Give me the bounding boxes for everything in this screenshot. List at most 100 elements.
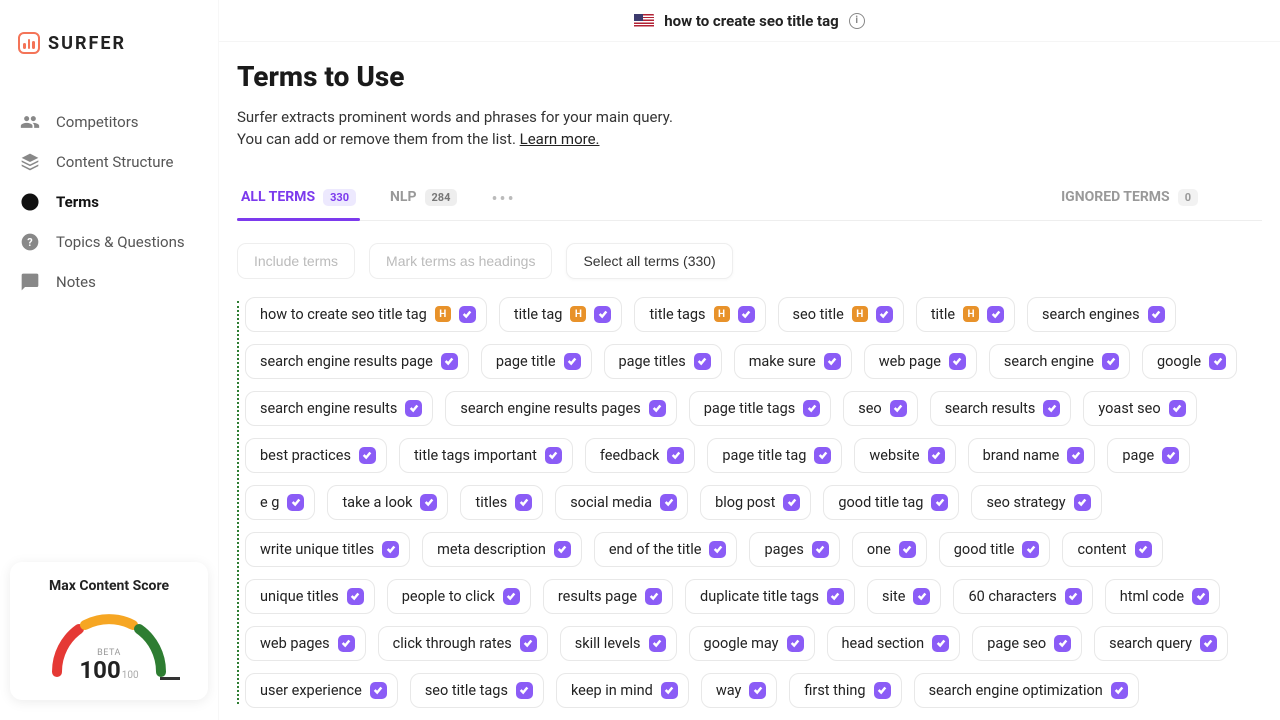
term-checkbox[interactable] [1065, 588, 1082, 605]
term-checkbox[interactable] [347, 588, 364, 605]
term-chip[interactable]: title tagH [499, 297, 623, 332]
term-checkbox[interactable] [824, 353, 841, 370]
term-checkbox[interactable] [661, 682, 678, 699]
term-chip[interactable]: page title [481, 344, 592, 379]
term-chip[interactable]: seo [843, 391, 917, 426]
term-checkbox[interactable] [932, 635, 949, 652]
term-checkbox[interactable] [803, 400, 820, 417]
term-checkbox[interactable] [814, 447, 831, 464]
term-checkbox[interactable] [1067, 447, 1084, 464]
term-checkbox[interactable] [1209, 353, 1226, 370]
term-checkbox[interactable] [890, 400, 907, 417]
term-chip[interactable]: meta description [422, 532, 582, 567]
term-chip[interactable]: results page [543, 579, 673, 614]
term-chip[interactable]: title tagsH [634, 297, 765, 332]
term-chip[interactable]: first thing [789, 673, 901, 708]
term-checkbox[interactable] [1054, 635, 1071, 652]
term-checkbox[interactable] [287, 494, 304, 511]
term-checkbox[interactable] [545, 447, 562, 464]
tab-more-icon[interactable]: ••• [487, 189, 519, 210]
term-chip[interactable]: best practices [245, 438, 387, 473]
learn-more-link[interactable]: Learn more. [520, 130, 600, 148]
term-chip[interactable]: page [1107, 438, 1190, 473]
term-checkbox[interactable] [420, 494, 437, 511]
term-checkbox[interactable] [1074, 494, 1091, 511]
term-chip[interactable]: one [852, 532, 927, 567]
term-chip[interactable]: google may [689, 626, 815, 661]
term-checkbox[interactable] [459, 306, 476, 323]
term-chip[interactable]: yoast seo [1083, 391, 1196, 426]
sidebar-item-competitors[interactable]: Competitors [10, 102, 208, 142]
term-checkbox[interactable] [660, 494, 677, 511]
term-chip[interactable]: title tags important [399, 438, 573, 473]
term-chip[interactable]: seo titleH [778, 297, 904, 332]
term-chip[interactable]: site [867, 579, 941, 614]
term-checkbox[interactable] [649, 635, 666, 652]
term-checkbox[interactable] [827, 588, 844, 605]
term-checkbox[interactable] [876, 306, 893, 323]
term-chip[interactable]: people to click [387, 579, 531, 614]
tab-all-terms[interactable]: ALL TERMS 330 [237, 179, 360, 220]
term-chip[interactable]: search results [930, 391, 1072, 426]
select-all-button[interactable]: Select all terms (330) [566, 243, 732, 279]
sidebar-item-content-structure[interactable]: Content Structure [10, 142, 208, 182]
term-chip[interactable]: head section [827, 626, 961, 661]
term-chip[interactable]: google [1142, 344, 1237, 379]
tab-nlp[interactable]: NLP 284 [386, 179, 461, 220]
term-checkbox[interactable] [949, 353, 966, 370]
term-chip[interactable]: search engine [989, 344, 1130, 379]
term-chip[interactable]: search engine results pages [445, 391, 676, 426]
term-chip[interactable]: 60 characters [953, 579, 1092, 614]
term-checkbox[interactable] [738, 306, 755, 323]
mark-headings-button[interactable]: Mark terms as headings [369, 243, 552, 279]
term-checkbox[interactable] [1169, 400, 1186, 417]
term-chip[interactable]: unique titles [245, 579, 375, 614]
term-checkbox[interactable] [1192, 588, 1209, 605]
term-chip[interactable]: web pages [245, 626, 366, 661]
term-chip[interactable]: how to create seo title tagH [245, 297, 487, 332]
term-checkbox[interactable] [520, 635, 537, 652]
term-checkbox[interactable] [709, 541, 726, 558]
term-chip[interactable]: search engine results [245, 391, 433, 426]
term-chip[interactable]: way [701, 673, 778, 708]
term-chip[interactable]: good title [939, 532, 1051, 567]
term-checkbox[interactable] [554, 541, 571, 558]
term-checkbox[interactable] [913, 588, 930, 605]
term-chip[interactable]: make sure [734, 344, 852, 379]
term-checkbox[interactable] [649, 400, 666, 417]
term-checkbox[interactable] [645, 588, 662, 605]
term-checkbox[interactable] [405, 400, 422, 417]
term-checkbox[interactable] [338, 635, 355, 652]
term-checkbox[interactable] [749, 682, 766, 699]
term-chip[interactable]: titles [460, 485, 543, 520]
brand-logo[interactable]: SURFER [10, 24, 208, 82]
term-chip[interactable]: html code [1105, 579, 1220, 614]
term-chip[interactable]: search query [1094, 626, 1228, 661]
term-chip[interactable]: titleH [916, 297, 1015, 332]
term-checkbox[interactable] [931, 494, 948, 511]
term-checkbox[interactable] [874, 682, 891, 699]
term-checkbox[interactable] [441, 353, 458, 370]
include-terms-button[interactable]: Include terms [237, 243, 355, 279]
term-checkbox[interactable] [370, 682, 387, 699]
term-chip[interactable]: end of the title [594, 532, 738, 567]
sidebar-item-topics-questions[interactable]: ?Topics & Questions [10, 222, 208, 262]
term-checkbox[interactable] [503, 588, 520, 605]
term-chip[interactable]: e g [245, 485, 315, 520]
term-checkbox[interactable] [1043, 400, 1060, 417]
term-chip[interactable]: pages [749, 532, 839, 567]
term-chip[interactable]: skill levels [560, 626, 677, 661]
term-chip[interactable]: page titles [604, 344, 722, 379]
term-checkbox[interactable] [359, 447, 376, 464]
term-chip[interactable]: search engine optimization [914, 673, 1139, 708]
term-chip[interactable]: website [854, 438, 955, 473]
term-checkbox[interactable] [987, 306, 1004, 323]
term-checkbox[interactable] [515, 494, 532, 511]
term-chip[interactable]: search engines [1027, 297, 1176, 332]
term-chip[interactable]: content [1062, 532, 1162, 567]
term-checkbox[interactable] [1111, 682, 1128, 699]
term-chip[interactable]: write unique titles [245, 532, 410, 567]
term-chip[interactable]: good title tag [823, 485, 959, 520]
term-chip[interactable]: social media [555, 485, 688, 520]
term-checkbox[interactable] [1102, 353, 1119, 370]
